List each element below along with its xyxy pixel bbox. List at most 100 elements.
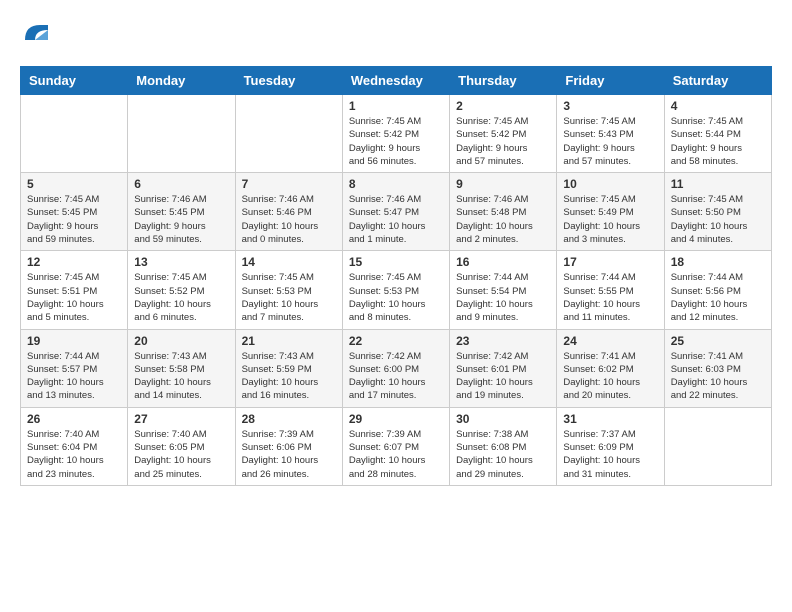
day-info: Sunrise: 7:44 AM Sunset: 5:57 PM Dayligh… (27, 350, 121, 403)
calendar-cell (21, 95, 128, 173)
calendar-cell: 30 Sunrise: 7:38 AM Sunset: 6:08 PM Dayli… (450, 407, 557, 485)
calendar-week-row: 19 Sunrise: 7:44 AM Sunset: 5:57 PM Dayli… (21, 329, 772, 407)
calendar-cell: 10Sunrise: 7:45 AM Sunset: 5:49 PM Dayli… (557, 173, 664, 251)
weekday-header: Wednesday (342, 67, 449, 95)
day-number: 4 (671, 99, 765, 113)
calendar-cell: 13Sunrise: 7:45 AM Sunset: 5:52 PM Dayli… (128, 251, 235, 329)
calendar-cell: 14 Sunrise: 7:45 AM Sunset: 5:53 PM Dayli… (235, 251, 342, 329)
day-info: Sunrise: 7:42 AM Sunset: 6:01 PM Dayligh… (456, 350, 550, 403)
calendar-cell: 8 Sunrise: 7:46 AM Sunset: 5:47 PM Daylig… (342, 173, 449, 251)
day-number: 20 (134, 334, 228, 348)
day-info: Sunrise: 7:45 AM Sunset: 5:50 PM Dayligh… (671, 193, 765, 246)
calendar-cell: 20 Sunrise: 7:43 AM Sunset: 5:58 PM Dayli… (128, 329, 235, 407)
day-number: 24 (563, 334, 657, 348)
day-info: Sunrise: 7:46 AM Sunset: 5:48 PM Dayligh… (456, 193, 550, 246)
day-number: 17 (563, 255, 657, 269)
day-info: Sunrise: 7:45 AM Sunset: 5:44 PM Dayligh… (671, 115, 765, 168)
day-info: Sunrise: 7:38 AM Sunset: 6:08 PM Dayligh… (456, 428, 550, 481)
day-number: 26 (27, 412, 121, 426)
calendar-cell: 2Sunrise: 7:45 AM Sunset: 5:42 PM Daylig… (450, 95, 557, 173)
calendar-cell: 18 Sunrise: 7:44 AM Sunset: 5:56 PM Dayli… (664, 251, 771, 329)
day-info: Sunrise: 7:41 AM Sunset: 6:02 PM Dayligh… (563, 350, 657, 403)
calendar-cell (235, 95, 342, 173)
day-number: 16 (456, 255, 550, 269)
day-info: Sunrise: 7:44 AM Sunset: 5:54 PM Dayligh… (456, 271, 550, 324)
calendar-cell: 22 Sunrise: 7:42 AM Sunset: 6:00 PM Dayli… (342, 329, 449, 407)
day-number: 10 (563, 177, 657, 191)
weekday-header: Monday (128, 67, 235, 95)
calendar-cell (128, 95, 235, 173)
calendar-cell: 11 Sunrise: 7:45 AM Sunset: 5:50 PM Dayli… (664, 173, 771, 251)
calendar-cell: 31 Sunrise: 7:37 AM Sunset: 6:09 PM Dayli… (557, 407, 664, 485)
calendar-cell: 19 Sunrise: 7:44 AM Sunset: 5:57 PM Dayli… (21, 329, 128, 407)
calendar-cell: 24 Sunrise: 7:41 AM Sunset: 6:02 PM Dayli… (557, 329, 664, 407)
day-info: Sunrise: 7:39 AM Sunset: 6:06 PM Dayligh… (242, 428, 336, 481)
day-number: 11 (671, 177, 765, 191)
day-number: 8 (349, 177, 443, 191)
calendar-cell: 29 Sunrise: 7:39 AM Sunset: 6:07 PM Dayli… (342, 407, 449, 485)
calendar-week-row: 5Sunrise: 7:45 AM Sunset: 5:45 PM Daylig… (21, 173, 772, 251)
calendar-table: SundayMondayTuesdayWednesdayThursdayFrid… (20, 66, 772, 486)
day-info: Sunrise: 7:44 AM Sunset: 5:56 PM Dayligh… (671, 271, 765, 324)
weekday-header: Tuesday (235, 67, 342, 95)
calendar-cell: 12Sunrise: 7:45 AM Sunset: 5:51 PM Dayli… (21, 251, 128, 329)
calendar-week-row: 1Sunrise: 7:45 AM Sunset: 5:42 PM Daylig… (21, 95, 772, 173)
calendar-cell: 27 Sunrise: 7:40 AM Sunset: 6:05 PM Dayli… (128, 407, 235, 485)
calendar-cell: 21Sunrise: 7:43 AM Sunset: 5:59 PM Dayli… (235, 329, 342, 407)
calendar-cell: 1Sunrise: 7:45 AM Sunset: 5:42 PM Daylig… (342, 95, 449, 173)
day-number: 22 (349, 334, 443, 348)
weekday-header: Sunday (21, 67, 128, 95)
day-number: 1 (349, 99, 443, 113)
calendar-cell: 28 Sunrise: 7:39 AM Sunset: 6:06 PM Dayli… (235, 407, 342, 485)
day-info: Sunrise: 7:42 AM Sunset: 6:00 PM Dayligh… (349, 350, 443, 403)
logo (20, 20, 54, 50)
day-number: 12 (27, 255, 121, 269)
calendar-cell: 16 Sunrise: 7:44 AM Sunset: 5:54 PM Dayli… (450, 251, 557, 329)
day-number: 18 (671, 255, 765, 269)
day-number: 27 (134, 412, 228, 426)
day-number: 13 (134, 255, 228, 269)
day-number: 31 (563, 412, 657, 426)
day-number: 5 (27, 177, 121, 191)
day-info: Sunrise: 7:45 AM Sunset: 5:43 PM Dayligh… (563, 115, 657, 168)
calendar-cell: 15Sunrise: 7:45 AM Sunset: 5:53 PM Dayli… (342, 251, 449, 329)
day-number: 28 (242, 412, 336, 426)
day-info: Sunrise: 7:46 AM Sunset: 5:47 PM Dayligh… (349, 193, 443, 246)
day-info: Sunrise: 7:46 AM Sunset: 5:46 PM Dayligh… (242, 193, 336, 246)
logo-icon (20, 20, 50, 50)
day-info: Sunrise: 7:41 AM Sunset: 6:03 PM Dayligh… (671, 350, 765, 403)
day-number: 23 (456, 334, 550, 348)
calendar-cell: 5Sunrise: 7:45 AM Sunset: 5:45 PM Daylig… (21, 173, 128, 251)
day-info: Sunrise: 7:44 AM Sunset: 5:55 PM Dayligh… (563, 271, 657, 324)
calendar-week-row: 12Sunrise: 7:45 AM Sunset: 5:51 PM Dayli… (21, 251, 772, 329)
day-info: Sunrise: 7:37 AM Sunset: 6:09 PM Dayligh… (563, 428, 657, 481)
day-number: 25 (671, 334, 765, 348)
calendar-week-row: 26 Sunrise: 7:40 AM Sunset: 6:04 PM Dayli… (21, 407, 772, 485)
calendar-cell: 6Sunrise: 7:46 AM Sunset: 5:45 PM Daylig… (128, 173, 235, 251)
day-number: 3 (563, 99, 657, 113)
calendar-cell: 17 Sunrise: 7:44 AM Sunset: 5:55 PM Dayli… (557, 251, 664, 329)
day-info: Sunrise: 7:40 AM Sunset: 6:04 PM Dayligh… (27, 428, 121, 481)
day-number: 14 (242, 255, 336, 269)
calendar-cell: 4 Sunrise: 7:45 AM Sunset: 5:44 PM Daylig… (664, 95, 771, 173)
calendar-cell: 25 Sunrise: 7:41 AM Sunset: 6:03 PM Dayli… (664, 329, 771, 407)
day-number: 9 (456, 177, 550, 191)
day-number: 30 (456, 412, 550, 426)
day-info: Sunrise: 7:39 AM Sunset: 6:07 PM Dayligh… (349, 428, 443, 481)
day-info: Sunrise: 7:40 AM Sunset: 6:05 PM Dayligh… (134, 428, 228, 481)
weekday-header: Friday (557, 67, 664, 95)
day-info: Sunrise: 7:45 AM Sunset: 5:53 PM Dayligh… (242, 271, 336, 324)
day-info: Sunrise: 7:43 AM Sunset: 5:58 PM Dayligh… (134, 350, 228, 403)
day-info: Sunrise: 7:46 AM Sunset: 5:45 PM Dayligh… (134, 193, 228, 246)
page-header (20, 20, 772, 50)
day-number: 19 (27, 334, 121, 348)
calendar-cell: 3 Sunrise: 7:45 AM Sunset: 5:43 PM Daylig… (557, 95, 664, 173)
day-number: 21 (242, 334, 336, 348)
weekday-header: Thursday (450, 67, 557, 95)
day-number: 7 (242, 177, 336, 191)
calendar-cell (664, 407, 771, 485)
day-number: 29 (349, 412, 443, 426)
weekday-header-row: SundayMondayTuesdayWednesdayThursdayFrid… (21, 67, 772, 95)
calendar-cell: 26 Sunrise: 7:40 AM Sunset: 6:04 PM Dayli… (21, 407, 128, 485)
day-info: Sunrise: 7:45 AM Sunset: 5:53 PM Dayligh… (349, 271, 443, 324)
